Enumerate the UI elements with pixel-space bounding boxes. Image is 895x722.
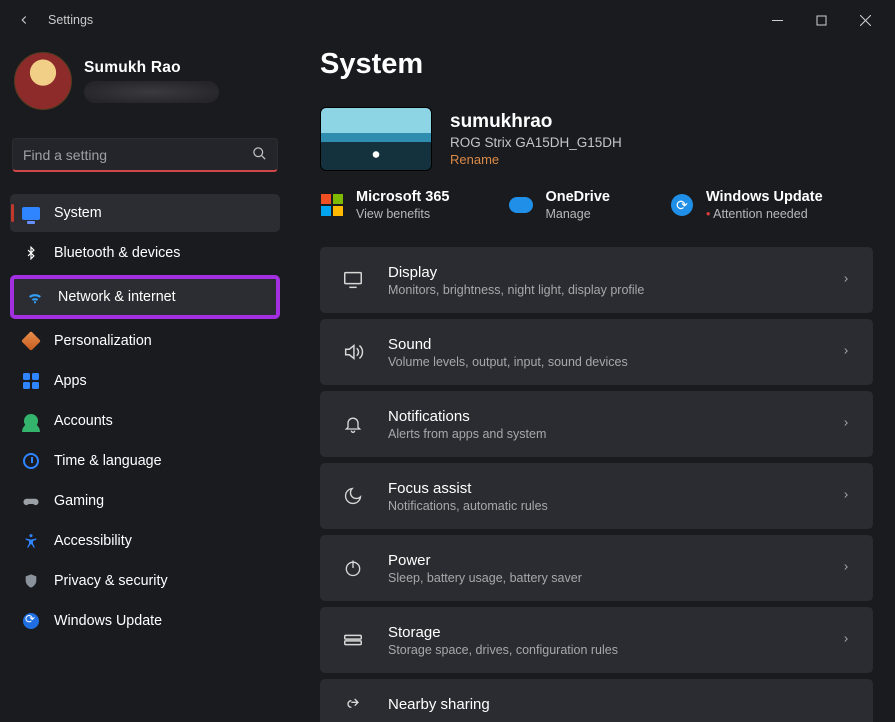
maximize-button[interactable] bbox=[799, 5, 843, 35]
windows-update-icon: ⟳ bbox=[670, 193, 694, 217]
service-title: Windows Update bbox=[706, 189, 823, 205]
clock-icon bbox=[22, 452, 40, 470]
sidebar-item-label: Apps bbox=[54, 373, 87, 389]
card-storage[interactable]: Storage Storage space, drives, configura… bbox=[320, 607, 873, 673]
device-name: sumukhrao bbox=[450, 111, 622, 133]
chevron-right-icon bbox=[841, 272, 851, 289]
share-icon bbox=[342, 694, 364, 714]
card-title: Display bbox=[388, 264, 817, 281]
card-display[interactable]: Display Monitors, brightness, night ligh… bbox=[320, 247, 873, 313]
update-icon bbox=[22, 612, 40, 630]
chevron-right-icon bbox=[841, 416, 851, 433]
page-title: System bbox=[320, 48, 873, 81]
sidebar-item-accounts[interactable]: Accounts bbox=[10, 402, 280, 440]
sidebar-item-label: Bluetooth & devices bbox=[54, 245, 180, 261]
device-thumbnail[interactable] bbox=[320, 107, 432, 171]
monitor-icon bbox=[22, 204, 40, 222]
display-icon bbox=[342, 269, 364, 291]
card-focus-assist[interactable]: Focus assist Notifications, automatic ru… bbox=[320, 463, 873, 529]
card-title: Focus assist bbox=[388, 480, 817, 497]
sidebar-item-time[interactable]: Time & language bbox=[10, 442, 280, 480]
sidebar-item-bluetooth[interactable]: Bluetooth & devices bbox=[10, 234, 280, 272]
apps-icon bbox=[22, 372, 40, 390]
sidebar-item-label: System bbox=[54, 205, 102, 221]
search-box[interactable] bbox=[12, 138, 278, 172]
service-title: Microsoft 365 bbox=[356, 189, 449, 205]
sidebar-item-windows-update[interactable]: Windows Update bbox=[10, 602, 280, 640]
card-notifications[interactable]: Notifications Alerts from apps and syste… bbox=[320, 391, 873, 457]
chevron-right-icon bbox=[841, 632, 851, 649]
tutorial-highlight: Network & internet bbox=[10, 275, 280, 319]
avatar[interactable] bbox=[14, 52, 72, 110]
sidebar-item-accessibility[interactable]: Accessibility bbox=[10, 522, 280, 560]
sidebar-item-label: Privacy & security bbox=[54, 573, 168, 589]
minimize-button[interactable] bbox=[755, 5, 799, 35]
card-desc: Storage space, drives, configuration rul… bbox=[388, 643, 817, 657]
card-desc: Volume levels, output, input, sound devi… bbox=[388, 355, 817, 369]
microsoft365-icon bbox=[320, 193, 344, 217]
window-title: Settings bbox=[48, 13, 93, 27]
shield-icon bbox=[22, 572, 40, 590]
sidebar-item-apps[interactable]: Apps bbox=[10, 362, 280, 400]
service-microsoft365[interactable]: Microsoft 365 View benefits bbox=[320, 189, 449, 221]
user-name: Sumukh Rao bbox=[84, 59, 219, 77]
sound-icon bbox=[342, 341, 364, 363]
chevron-right-icon bbox=[841, 344, 851, 361]
chevron-right-icon bbox=[841, 488, 851, 505]
power-icon bbox=[342, 558, 364, 578]
user-email-redacted bbox=[84, 81, 219, 103]
storage-icon bbox=[342, 629, 364, 651]
card-desc: Sleep, battery usage, battery saver bbox=[388, 571, 817, 585]
search-icon bbox=[252, 146, 267, 164]
card-title: Power bbox=[388, 552, 817, 569]
card-power[interactable]: Power Sleep, battery usage, battery save… bbox=[320, 535, 873, 601]
card-nearby-sharing[interactable]: Nearby sharing bbox=[320, 679, 873, 722]
card-desc: Monitors, brightness, night light, displ… bbox=[388, 283, 817, 297]
bluetooth-icon bbox=[22, 244, 40, 262]
back-button[interactable] bbox=[14, 10, 34, 30]
accessibility-icon bbox=[22, 532, 40, 550]
person-icon bbox=[22, 412, 40, 430]
sidebar-item-label: Gaming bbox=[54, 493, 104, 509]
sidebar-item-label: Windows Update bbox=[54, 613, 162, 629]
sidebar-item-system[interactable]: System bbox=[10, 194, 280, 232]
moon-icon bbox=[342, 486, 364, 506]
service-title: OneDrive bbox=[545, 189, 609, 205]
card-desc: Alerts from apps and system bbox=[388, 427, 817, 441]
sidebar-item-label: Network & internet bbox=[58, 289, 176, 305]
service-sub: Attention needed bbox=[706, 207, 823, 221]
sidebar-item-network[interactable]: Network & internet bbox=[14, 279, 276, 315]
sidebar-item-personalization[interactable]: Personalization bbox=[10, 322, 280, 360]
sidebar-item-gaming[interactable]: Gaming bbox=[10, 482, 280, 520]
service-windows-update[interactable]: ⟳ Windows Update Attention needed bbox=[670, 189, 823, 221]
bell-icon bbox=[342, 414, 364, 434]
wifi-icon bbox=[26, 288, 44, 306]
rename-link[interactable]: Rename bbox=[450, 152, 622, 167]
card-title: Notifications bbox=[388, 408, 817, 425]
sidebar-item-privacy[interactable]: Privacy & security bbox=[10, 562, 280, 600]
service-sub: View benefits bbox=[356, 207, 449, 221]
card-title: Sound bbox=[388, 336, 817, 353]
card-title: Nearby sharing bbox=[388, 696, 827, 713]
device-model: ROG Strix GA15DH_G15DH bbox=[450, 135, 622, 150]
onedrive-icon bbox=[509, 193, 533, 217]
search-input[interactable] bbox=[23, 147, 252, 163]
sidebar-item-label: Accounts bbox=[54, 413, 113, 429]
gamepad-icon bbox=[22, 492, 40, 510]
service-onedrive[interactable]: OneDrive Manage bbox=[509, 189, 609, 221]
sidebar-item-label: Personalization bbox=[54, 333, 152, 349]
card-sound[interactable]: Sound Volume levels, output, input, soun… bbox=[320, 319, 873, 385]
close-button[interactable] bbox=[843, 5, 887, 35]
chevron-right-icon bbox=[841, 560, 851, 577]
service-sub: Manage bbox=[545, 207, 609, 221]
paintbrush-icon bbox=[22, 332, 40, 350]
card-desc: Notifications, automatic rules bbox=[388, 499, 817, 513]
card-title: Storage bbox=[388, 624, 817, 641]
sidebar-item-label: Accessibility bbox=[54, 533, 132, 549]
sidebar-item-label: Time & language bbox=[54, 453, 162, 469]
